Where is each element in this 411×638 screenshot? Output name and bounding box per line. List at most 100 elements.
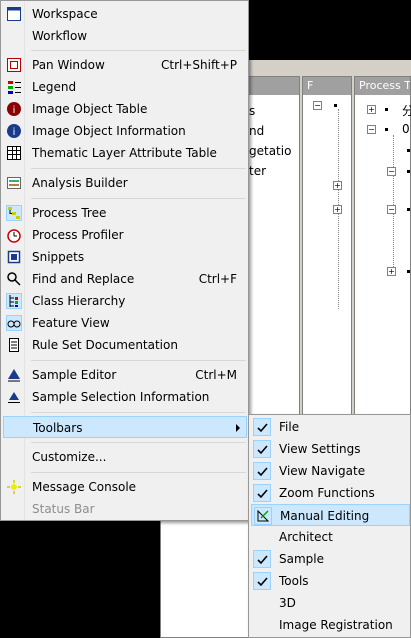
- pan-window-icon: [6, 57, 22, 73]
- menu-item-sample-editor[interactable]: Sample Editor Ctrl+M: [3, 364, 247, 386]
- submenu-item-file[interactable]: File: [251, 416, 410, 438]
- menu-item-thematic-layer-attribute-table[interactable]: Thematic Layer Attribute Table: [3, 142, 247, 164]
- menu-item-label: Image Object Table: [32, 102, 148, 116]
- menu-item-sample-selection-information[interactable]: Sample Selection Information: [3, 386, 247, 408]
- menu-item-process-profiler[interactable]: Process Profiler: [3, 224, 247, 246]
- menu-item-image-object-information[interactable]: i Image Object Information: [3, 120, 247, 142]
- f-panel-title: F: [303, 77, 351, 95]
- menu-item-message-console[interactable]: Message Console: [3, 476, 247, 498]
- menu-item-class-hierarchy[interactable]: Class Hierarchy: [3, 290, 247, 312]
- analysis-builder-icon: [6, 175, 22, 191]
- check-icon: [253, 462, 271, 480]
- left-panel-text: s: [249, 104, 256, 118]
- menu-item-pan-window[interactable]: Pan Window Ctrl+Shift+P: [3, 54, 247, 76]
- menu-item-workflow[interactable]: Workflow: [3, 25, 247, 47]
- menu-separator: [31, 472, 246, 473]
- submenu-item-tools[interactable]: Tools: [251, 570, 410, 592]
- tree-collapse-toggle[interactable]: −: [313, 101, 322, 110]
- menu-item-snippets[interactable]: Snippets: [3, 246, 247, 268]
- process-tree-panel-title: Process T: [355, 77, 410, 95]
- menu-item-find-and-replace[interactable]: Find and Replace Ctrl+F: [3, 268, 247, 290]
- find-replace-icon: [6, 271, 22, 287]
- menu-separator: [31, 360, 246, 361]
- submenu-item-label: Manual Editing: [280, 509, 370, 523]
- menu-item-label: Snippets: [32, 250, 85, 264]
- tree-expand-toggle[interactable]: +: [387, 267, 396, 276]
- thematic-table-icon: [6, 145, 22, 161]
- info-icon: i: [6, 123, 22, 139]
- tree-bullet: [385, 128, 388, 131]
- menu-item-workspace[interactable]: Workspace: [3, 3, 247, 25]
- left-panel-text: ter: [249, 164, 267, 178]
- menu-item-label: Process Profiler: [32, 228, 124, 242]
- menu-item-rule-set-documentation[interactable]: Rule Set Documentation: [3, 334, 247, 356]
- manual-editing-icon: [254, 507, 272, 525]
- menu-item-label: Workspace: [32, 7, 98, 21]
- submenu-item-label: 3D: [279, 596, 296, 610]
- toolbars-submenu: File View Settings View Navigate Zoom Fu…: [248, 414, 411, 638]
- process-tree-text: 分: [402, 104, 411, 118]
- menu-item-label: Sample Selection Information: [32, 390, 210, 404]
- tree-expand-toggle[interactable]: +: [333, 181, 342, 190]
- check-icon: [253, 418, 271, 436]
- menu-item-shortcut: Ctrl+F: [198, 272, 237, 286]
- submenu-item-view-navigate[interactable]: View Navigate: [251, 460, 410, 482]
- snippets-icon: [6, 249, 22, 265]
- view-menu: Workspace Workflow Pan Window Ctrl+Shift…: [0, 0, 249, 521]
- menu-item-process-tree[interactable]: Process Tree: [3, 202, 247, 224]
- tree-bullet: [334, 104, 337, 107]
- menu-separator: [31, 442, 246, 443]
- tree-bullet: [385, 108, 388, 111]
- menu-item-label: Thematic Layer Attribute Table: [32, 146, 217, 160]
- check-icon: [253, 572, 271, 590]
- check-icon: [253, 484, 271, 502]
- submenu-item-view-settings[interactable]: View Settings: [251, 438, 410, 460]
- menu-separator: [31, 50, 246, 51]
- submenu-item-image-registration[interactable]: Image Registration: [251, 614, 410, 636]
- tree-bullet: [407, 270, 410, 273]
- submenu-item-sample[interactable]: Sample: [251, 548, 410, 570]
- submenu-item-architect[interactable]: Architect: [251, 526, 410, 548]
- process-tree-icon: [6, 205, 22, 221]
- rule-set-doc-icon: [6, 337, 22, 353]
- tree-collapse-toggle[interactable]: −: [367, 125, 376, 134]
- menu-item-analysis-builder[interactable]: Analysis Builder: [3, 172, 247, 194]
- menu-item-label: Process Tree: [32, 206, 107, 220]
- check-icon: [253, 550, 271, 568]
- menu-item-status-bar[interactable]: Status Bar: [3, 498, 247, 520]
- menu-item-label: Customize...: [32, 450, 107, 464]
- menu-item-shortcut: Ctrl+M: [195, 368, 237, 382]
- tree-collapse-toggle[interactable]: −: [387, 205, 396, 214]
- menu-item-image-object-table[interactable]: i Image Object Table: [3, 98, 247, 120]
- tree-bullet: [407, 170, 410, 173]
- submenu-item-label: Tools: [279, 574, 309, 588]
- submenu-item-label: Architect: [279, 530, 333, 544]
- submenu-item-label: View Navigate: [279, 464, 366, 478]
- image-object-table-icon: i: [6, 101, 22, 117]
- menu-item-label: Sample Editor: [32, 368, 117, 382]
- submenu-item-label: Zoom Functions: [279, 486, 375, 500]
- submenu-item-zoom-functions[interactable]: Zoom Functions: [251, 482, 410, 504]
- process-profiler-icon: [6, 227, 22, 243]
- submenu-item-3d[interactable]: 3D: [251, 592, 410, 614]
- menu-item-label: Image Object Information: [32, 124, 186, 138]
- submenu-item-manual-editing[interactable]: Manual Editing: [251, 504, 410, 526]
- tree-expand-toggle[interactable]: +: [367, 105, 376, 114]
- sample-selection-icon: [6, 389, 22, 405]
- tree-collapse-toggle[interactable]: −: [387, 167, 396, 176]
- menu-item-label: Find and Replace: [32, 272, 135, 286]
- menu-item-feature-view[interactable]: Feature View: [3, 312, 247, 334]
- left-panel-text: getatio: [249, 144, 292, 158]
- menu-item-label: Class Hierarchy: [32, 294, 126, 308]
- submenu-item-label: View Settings: [279, 442, 361, 456]
- left-panel-text: nd: [249, 124, 265, 138]
- menu-item-customize[interactable]: Customize...: [3, 446, 247, 468]
- feature-view-icon: [6, 315, 22, 331]
- menu-item-label: Toolbars: [33, 421, 83, 435]
- tree-expand-toggle[interactable]: +: [333, 205, 342, 214]
- submenu-item-label: Sample: [279, 552, 324, 566]
- menu-item-legend[interactable]: Legend: [3, 76, 247, 98]
- menu-item-label: Feature View: [32, 316, 110, 330]
- menu-item-toolbars[interactable]: Toolbars: [3, 416, 247, 438]
- menu-item-label: Analysis Builder: [32, 176, 128, 190]
